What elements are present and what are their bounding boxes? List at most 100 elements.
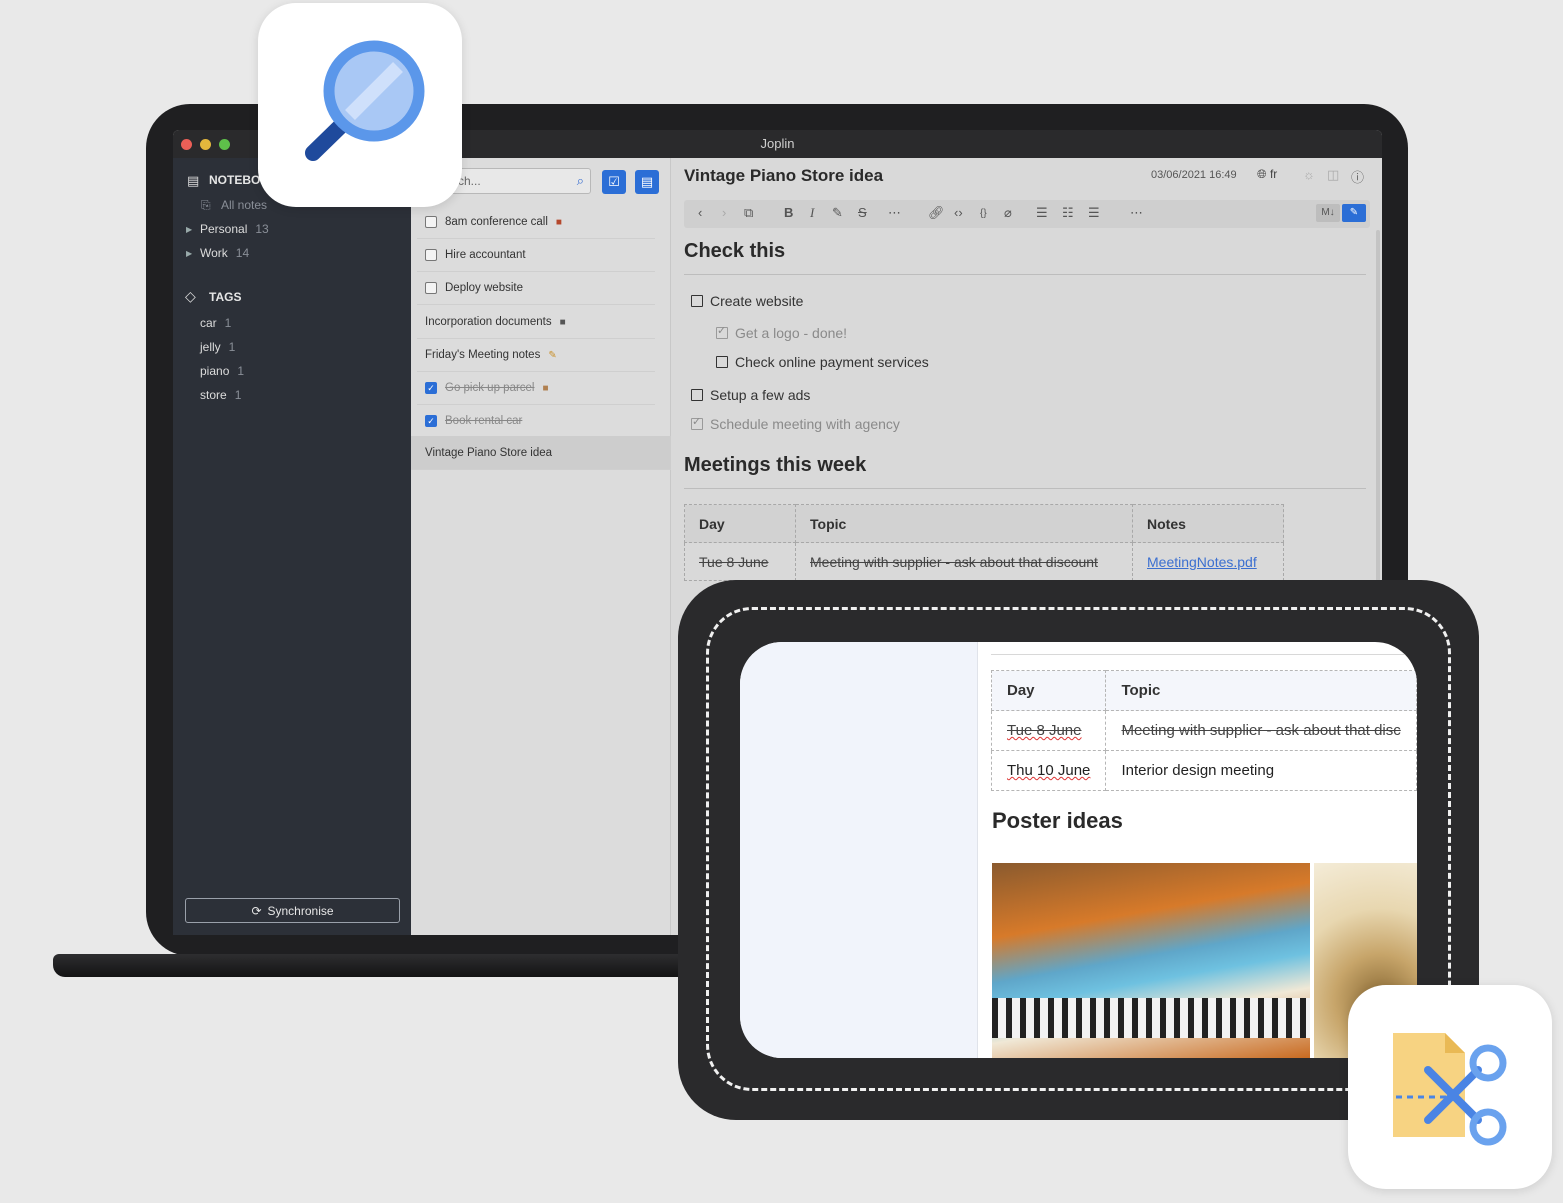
meetings-table: Day Topic Notes Tue 8 June Meeting with … xyxy=(684,504,1284,581)
note-title[interactable]: Vintage Piano Store idea xyxy=(684,166,883,186)
checkbox[interactable] xyxy=(691,389,703,401)
table-row: Tue 8 June Meeting with supplier - ask a… xyxy=(990,710,1417,751)
numbered-list-icon[interactable]: ☷ xyxy=(1062,205,1074,221)
checkbox[interactable] xyxy=(691,295,703,307)
table-header: Day xyxy=(990,670,1107,711)
code-icon[interactable]: ‹› xyxy=(954,205,963,220)
new-todo-button[interactable]: ☑ xyxy=(602,170,626,194)
language-selector[interactable]: 🌐︎ fr xyxy=(1257,167,1277,182)
checklist-item[interactable]: Create website xyxy=(691,293,803,309)
checklist-item[interactable]: Check online payment services xyxy=(716,354,929,370)
checkbox-icon: ☑ xyxy=(608,174,620,189)
caret-right-icon[interactable]: ▶ xyxy=(186,249,192,258)
piano-photo[interactable] xyxy=(992,863,1310,1058)
bold-icon[interactable]: B xyxy=(784,205,793,220)
sidebar-item-work[interactable]: Work 14 xyxy=(200,246,249,260)
minimize-window-button[interactable] xyxy=(200,139,211,150)
note-list-item[interactable]: Hire accountant xyxy=(417,239,655,272)
table-header: Notes xyxy=(1132,504,1284,543)
external-link-icon[interactable]: ⧉ xyxy=(744,205,753,221)
checklist-item[interactable]: Setup a few ads xyxy=(691,387,810,403)
more-icon[interactable]: ⋯ xyxy=(1130,205,1143,221)
sidebar-tag-car[interactable]: car 1 xyxy=(200,316,231,330)
scissors-document-icon xyxy=(1393,1033,1507,1146)
divider xyxy=(684,274,1366,275)
info-icon[interactable]: ⓘ xyxy=(1351,167,1364,186)
note-list-item[interactable]: Incorporation documents ■ xyxy=(417,306,655,339)
alarm-icon[interactable]: ☼ xyxy=(1303,167,1315,182)
checklist-item[interactable]: Get a logo - done! xyxy=(716,324,847,341)
checkbox[interactable] xyxy=(716,356,728,368)
magnifier-icon xyxy=(305,40,425,161)
sidebar: ▤ NOTEBO ⎘ All notes ▶ Personal 13 ▶ Work… xyxy=(173,158,411,935)
checkbox[interactable] xyxy=(716,324,728,339)
divider xyxy=(991,654,1417,655)
note-date: 03/06/2021 16:49 xyxy=(1151,169,1237,181)
note-icon: ▤ xyxy=(640,174,654,189)
maximize-window-button[interactable] xyxy=(219,139,230,150)
caret-right-icon[interactable]: ▶ xyxy=(186,225,192,234)
note-list: rch... ⌕ ☑ ▤ 8am conference call ■ Hire a… xyxy=(411,158,671,935)
table-header: Topic xyxy=(1105,670,1417,711)
all-notes-icon: ⎘ xyxy=(201,198,211,212)
markdown-toggle-icon[interactable]: M↓ xyxy=(1316,204,1340,222)
sidebar-tag-piano[interactable]: piano 1 xyxy=(200,364,244,378)
mobile-meetings-table: Day Topic Tue 8 June Meeting with suppli… xyxy=(990,670,1417,791)
mobile-sidebar xyxy=(740,642,978,1058)
layout-icon[interactable]: ◫ xyxy=(1327,167,1339,183)
window-title: Joplin xyxy=(760,136,795,151)
todo-checkbox[interactable]: ✓ xyxy=(425,415,437,427)
heading-check-this: Check this xyxy=(684,240,786,262)
pencil-icon: ✎ xyxy=(548,349,557,361)
note-list-item[interactable]: ✓ Book rental car xyxy=(417,405,655,438)
close-window-button[interactable] xyxy=(181,139,192,150)
forward-icon[interactable]: › xyxy=(722,205,726,220)
back-icon[interactable]: ‹ xyxy=(698,205,702,220)
table-row: Thu 10 June Interior design meeting xyxy=(990,750,1417,791)
heading-meetings: Meetings this week xyxy=(684,454,867,476)
briefcase-icon: ■ xyxy=(555,216,562,228)
todo-checkbox[interactable] xyxy=(425,249,437,261)
sidebar-tag-store[interactable]: store 1 xyxy=(200,388,241,402)
edit-toggle-icon[interactable]: ✎ xyxy=(1342,204,1366,222)
note-list-item[interactable]: 8am conference call ■ xyxy=(417,206,655,239)
new-note-button[interactable]: ▤ xyxy=(635,170,659,194)
todo-checkbox[interactable] xyxy=(425,282,437,294)
italic-icon[interactable]: I xyxy=(810,205,814,221)
tags-heading[interactable]: TAGS xyxy=(209,290,241,304)
table-header: Topic xyxy=(795,504,1133,543)
editor-toolbar: ‹ › ⧉ B I ✎ S ⋯ 🔗︎ ‹› {} ⌀ ☰ ☷ ☰ ⋯ M↓ ✎ xyxy=(684,200,1370,228)
strikethrough-icon[interactable]: S xyxy=(858,205,867,220)
checklist-icon[interactable]: ☰ xyxy=(1088,205,1100,221)
more-icon[interactable]: ⋯ xyxy=(888,205,901,221)
divider xyxy=(684,488,1366,489)
code-block-icon[interactable]: {} xyxy=(980,208,987,219)
search-icon: ⌕ xyxy=(576,173,584,188)
todo-checkbox[interactable]: ✓ xyxy=(425,382,437,394)
sidebar-tag-jelly[interactable]: jelly 1 xyxy=(200,340,235,354)
note-list-item[interactable]: ✓ Go pick up parcel ■ xyxy=(417,372,655,405)
sync-icon: ⟳ xyxy=(251,903,262,918)
notebooks-heading[interactable]: NOTEBO xyxy=(209,173,260,187)
search-app-icon[interactable] xyxy=(258,3,462,207)
table-header: Day xyxy=(684,504,796,543)
highlight-icon[interactable]: ✎ xyxy=(832,205,843,221)
note-list-item[interactable]: Deploy website xyxy=(417,272,655,305)
note-list-item[interactable]: Friday's Meeting notes ✎ xyxy=(417,339,655,372)
mobile-screen: Day Topic Tue 8 June Meeting with suppli… xyxy=(740,642,1417,1058)
attachment-icon[interactable]: ⌀ xyxy=(1004,205,1012,221)
bullet-list-icon[interactable]: ☰ xyxy=(1036,205,1048,221)
laptop-base xyxy=(53,954,693,977)
table-row: Tue 8 June Meeting with supplier - ask a… xyxy=(684,542,1284,581)
sidebar-item-personal[interactable]: Personal 13 xyxy=(200,222,269,236)
attachment-link[interactable]: MeetingNotes.pdf xyxy=(1132,542,1284,581)
link-icon[interactable]: 🔗︎ xyxy=(928,205,945,221)
web-clipper-app-icon[interactable] xyxy=(1348,985,1552,1189)
notebook-icon: ▤ xyxy=(187,173,200,188)
note-list-item-selected[interactable]: Vintage Piano Store idea xyxy=(411,436,671,470)
checkbox[interactable] xyxy=(691,415,703,430)
todo-checkbox[interactable] xyxy=(425,216,437,228)
synchronise-button[interactable]: ⟳ Synchronise xyxy=(185,898,400,923)
checklist-item[interactable]: Schedule meeting with agency xyxy=(691,415,900,432)
document-icon: ■ xyxy=(559,316,566,328)
